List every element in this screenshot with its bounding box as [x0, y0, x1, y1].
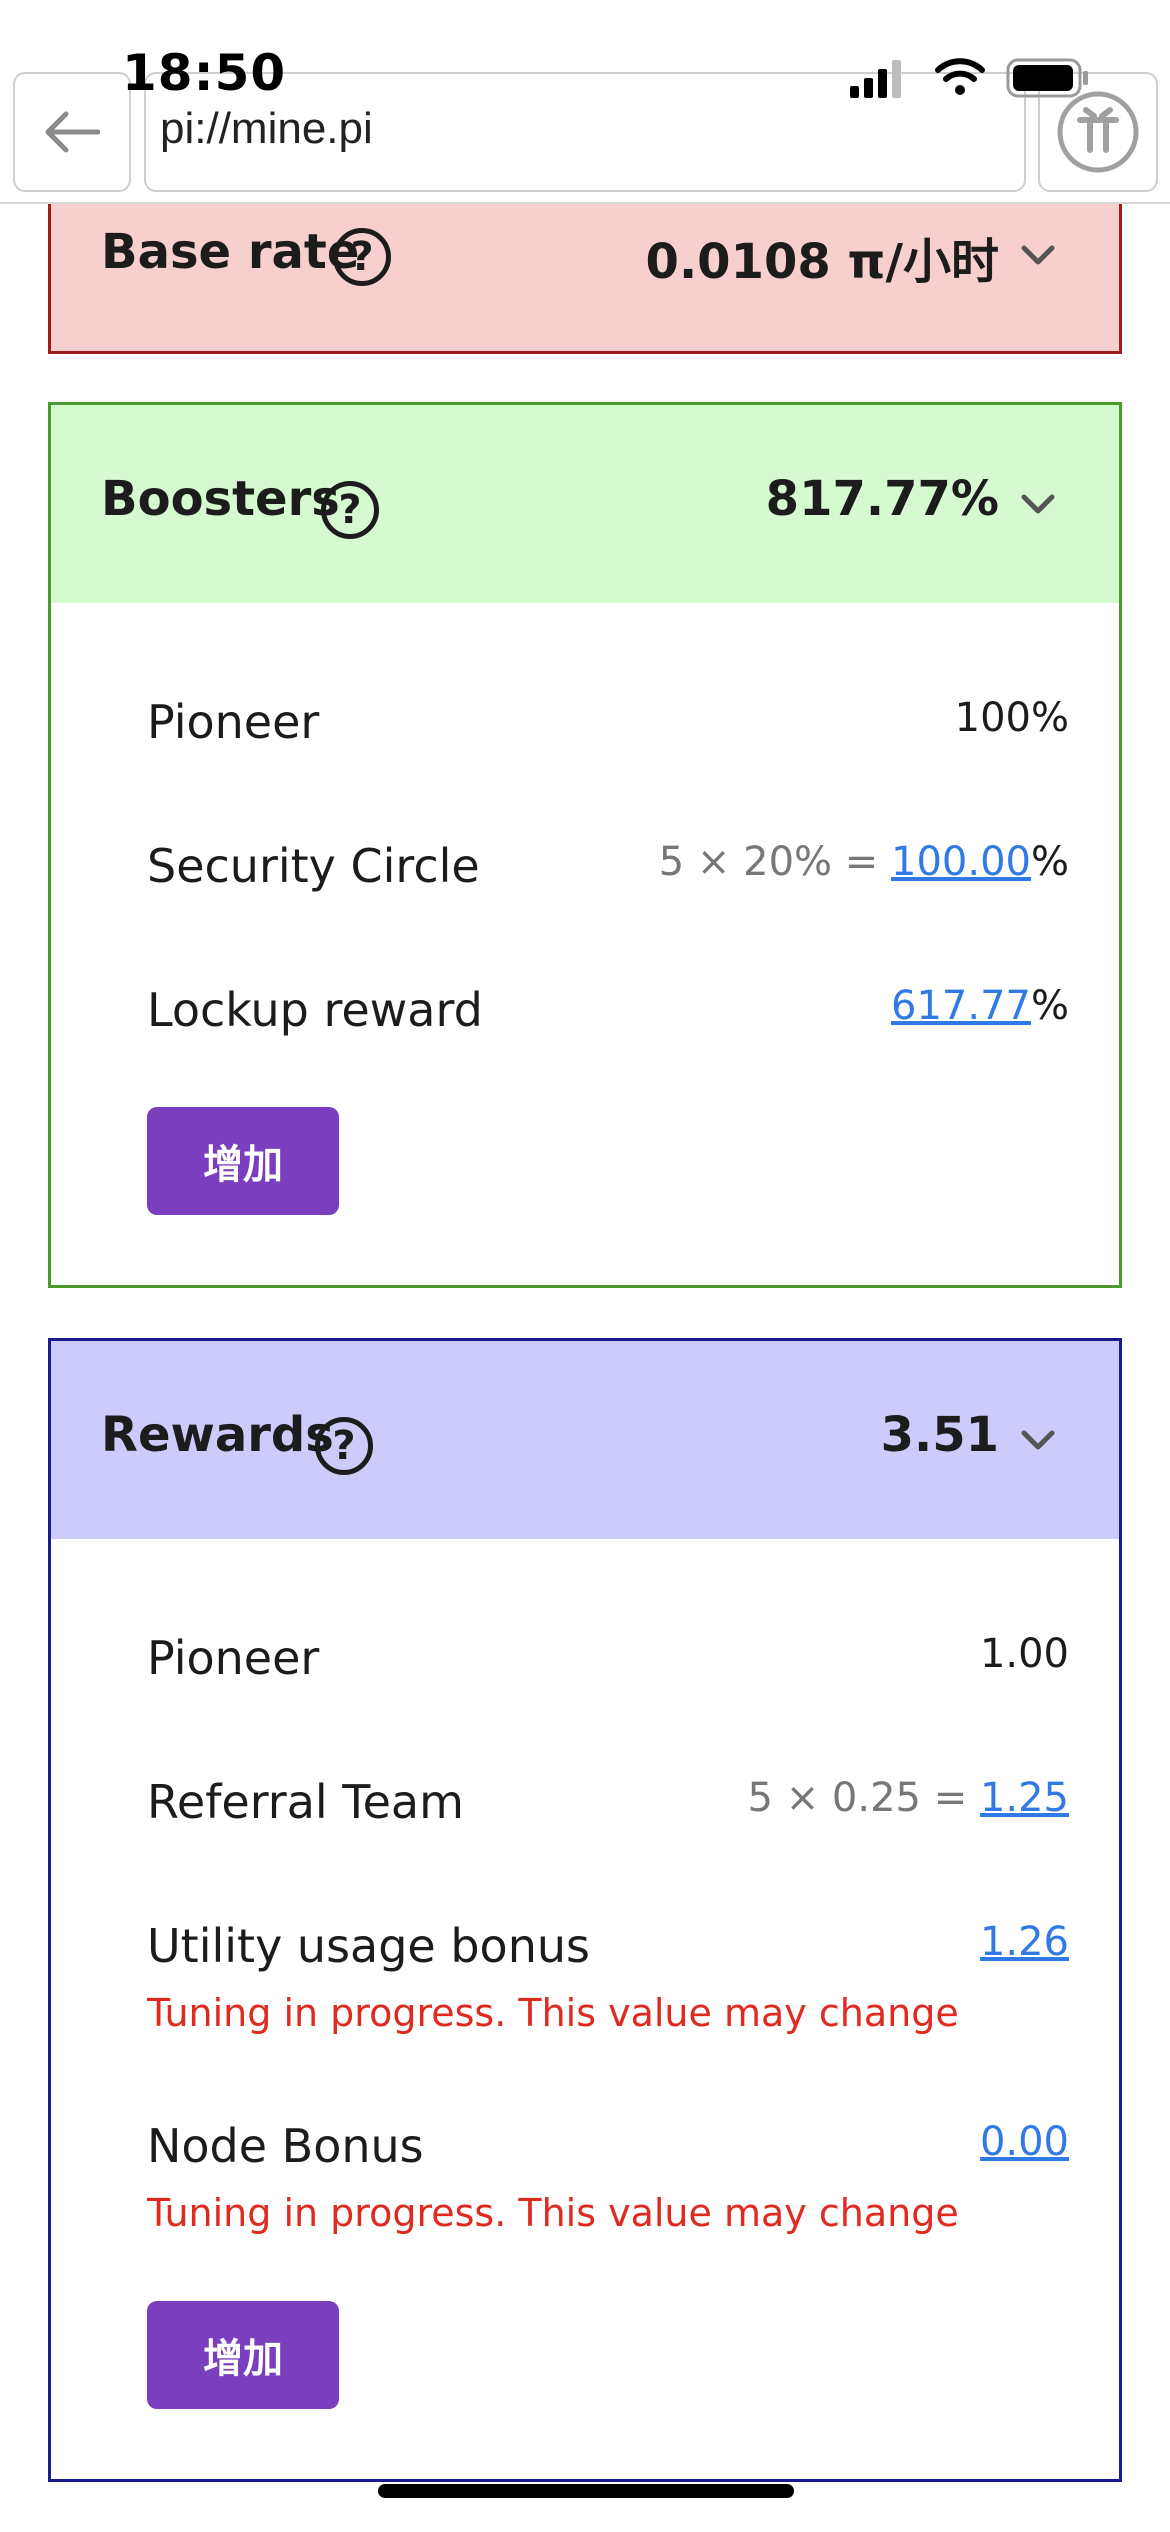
percent-suffix: % [1030, 839, 1069, 885]
tuning-warning: Tuning in progress. This value may chang… [147, 1991, 959, 2035]
home-indicator [378, 2484, 794, 2498]
security-circle-link[interactable]: 100.00 [891, 839, 1031, 885]
referral-team-link[interactable]: 1.25 [980, 1775, 1069, 1821]
rewards-row-node-bonus: Node Bonus 0.00 Tuning in progress. This… [147, 2119, 1069, 2249]
rewards-row-referral-team: Referral Team 5 × 0.25 = 1.25 [147, 1775, 1069, 1835]
boosters-section: Boosters ? 817.77% Pioneer 100% Security… [48, 402, 1122, 1288]
browser-top-bar: pi://mine.pi [0, 0, 1170, 204]
base-rate-help-icon[interactable]: ? [333, 228, 391, 286]
row-label: Referral Team [147, 1775, 464, 1829]
base-rate-value: 0.0108 π/小时 [645, 234, 999, 290]
lockup-reward-link[interactable]: 617.77 [891, 983, 1031, 1029]
wifi-icon [935, 58, 985, 95]
battery-icon [1006, 58, 1088, 98]
row-value: 0.00 [980, 2119, 1069, 2165]
row-value: 5 × 0.25 = 1.25 [748, 1775, 1069, 1821]
boosters-title: Boosters [101, 471, 340, 527]
back-button[interactable] [13, 72, 131, 192]
referral-team-formula: 5 × 0.25 = [747, 1775, 980, 1821]
tuning-warning: Tuning in progress. This value may chang… [147, 2191, 959, 2235]
chevron-down-icon[interactable] [1021, 487, 1055, 521]
boosters-row-pioneer: Pioneer 100% [147, 695, 1069, 755]
chevron-down-icon[interactable] [1021, 238, 1055, 272]
signal-icon [850, 60, 901, 98]
row-label: Lockup reward [147, 983, 483, 1037]
percent-suffix: % [1030, 983, 1069, 1029]
boosters-value: 817.77% [765, 471, 999, 527]
node-bonus-link[interactable]: 0.00 [980, 2119, 1069, 2165]
row-label: Pioneer [147, 695, 320, 749]
status-icons [850, 52, 1090, 102]
row-value: 5 × 20% = 100.00% [659, 839, 1069, 885]
rewards-header[interactable]: Rewards ? 3.51 [51, 1341, 1119, 1539]
boosters-row-lockup-reward: Lockup reward 617.77% [147, 983, 1069, 1043]
row-label: Pioneer [147, 1631, 320, 1685]
rewards-row-pioneer: Pioneer 1.00 [147, 1631, 1069, 1691]
boosters-help-icon[interactable]: ? [321, 481, 379, 539]
status-time: 18:50 [122, 44, 287, 102]
boosters-header[interactable]: Boosters ? 817.77% [51, 405, 1119, 603]
boosters-row-security-circle: Security Circle 5 × 20% = 100.00% [147, 839, 1069, 899]
pi-logo-icon [1057, 91, 1139, 173]
security-circle-formula: 5 × 20% = [658, 839, 892, 885]
row-value: 617.77% [891, 983, 1069, 1029]
rewards-add-button[interactable]: 增加 [147, 2301, 339, 2409]
rewards-value: 3.51 [880, 1407, 999, 1463]
rewards-title: Rewards [101, 1407, 334, 1463]
row-label: Security Circle [147, 839, 480, 893]
rewards-row-utility-usage-bonus: Utility usage bonus 1.26 Tuning in progr… [147, 1919, 1069, 2049]
base-rate-title: Base rate [101, 224, 360, 280]
boosters-add-button[interactable]: 增加 [147, 1107, 339, 1215]
row-value: 1.00 [979, 1631, 1069, 1677]
rewards-section: Rewards ? 3.51 Pioneer 1.00 Referral Tea… [48, 1338, 1122, 2482]
utility-usage-bonus-link[interactable]: 1.26 [980, 1919, 1069, 1965]
row-label: Node Bonus [147, 2119, 424, 2173]
row-value: 100% [954, 695, 1069, 741]
rewards-help-icon[interactable]: ? [315, 1417, 373, 1475]
row-value: 1.26 [980, 1919, 1069, 1965]
chevron-down-icon[interactable] [1021, 1423, 1055, 1457]
row-label: Utility usage bonus [147, 1919, 590, 1973]
arrow-left-icon [45, 111, 100, 153]
